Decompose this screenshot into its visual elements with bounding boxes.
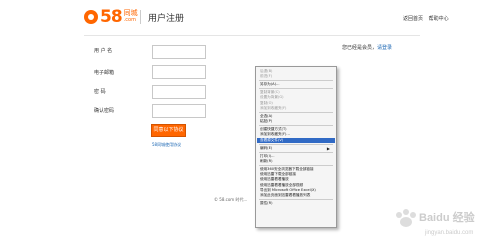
menu-item[interactable]: 复制(O) — [260, 101, 332, 106]
header-divider — [140, 10, 141, 24]
confirm-password-label: 确认密码 — [94, 108, 115, 114]
menu-item[interactable]: 复制背景(C) — [260, 90, 332, 95]
home-link[interactable]: 返回首页 — [403, 16, 423, 22]
confirm-password-input[interactable] — [152, 104, 206, 118]
email-input[interactable] — [152, 65, 206, 79]
menu-item[interactable]: 使用360安全浏览器下载全部链接 — [260, 167, 332, 172]
menu-item[interactable]: 粘贴(P) — [260, 119, 332, 124]
watermark-brand: Baidu 经验 — [419, 210, 476, 224]
menu-item[interactable]: 打印(I)... — [260, 154, 332, 159]
baidu-jingyan-watermark: Baidu 经验 jingyan.baidu.com — [396, 209, 476, 236]
menu-item[interactable]: 另存为(A)... — [260, 82, 332, 87]
logo-en: .com — [123, 17, 136, 23]
login-text: 您已经是会员， — [342, 45, 378, 51]
page-title: 用户注册 — [148, 14, 185, 24]
password-label: 密 码 — [94, 89, 106, 95]
menu-item[interactable]: 属性(R) — [260, 201, 332, 206]
menu-item[interactable]: 添加到收藏夹(F) — [260, 106, 332, 111]
password-input[interactable] — [152, 85, 206, 99]
logo-cn: 同城 — [123, 9, 138, 17]
username-input[interactable] — [152, 45, 206, 59]
menu-item[interactable]: 查看源文件(V) — [257, 137, 335, 143]
context-menu: 后退(B) 前进(F) 另存为(A)... 复制背景(C) 设置为背景(G) 复制(O) 添… — [255, 66, 337, 228]
login-note: 您已经是会员，请登录 — [342, 44, 392, 51]
register-button[interactable]: 同意以下协议并注册 — [151, 124, 186, 144]
top-links: 返回首页 帮助中心 — [403, 15, 453, 22]
email-label: 电子邮箱 — [94, 70, 115, 76]
menu-item[interactable]: 创建快捷方式(T) — [260, 127, 332, 132]
help-link[interactable]: 帮助中心 — [429, 16, 449, 22]
paw-pad-2 — [403, 209, 409, 215]
menu-item[interactable]: 前进(F) — [260, 74, 332, 79]
footer-text: © 58.com 时代... — [214, 197, 248, 202]
menu-item[interactable]: 使用迅雷看看播放全部视频 — [260, 183, 332, 188]
menu-item[interactable]: 添加此页面到迅雷看看播放列表 — [260, 193, 332, 198]
menu-item[interactable]: 设置为背景(G) — [260, 95, 332, 100]
menu-item[interactable]: 全选(A) — [260, 114, 332, 119]
username-label: 用 户 名 — [94, 48, 113, 54]
logo-number: 58 — [100, 7, 123, 27]
watermark-url: jingyan.baidu.com — [424, 230, 473, 236]
login-link[interactable]: 请登录 — [377, 45, 392, 51]
menu-item[interactable]: 使用迅雷下载全部链接 — [260, 172, 332, 177]
menu-item[interactable]: 编码(E) ▶ — [260, 146, 332, 151]
logo-icon — [84, 10, 98, 24]
agreement-link[interactable]: 58同城使用协议 — [152, 142, 181, 148]
paw-palm — [400, 217, 412, 227]
header-rule — [84, 35, 420, 36]
menu-item[interactable]: 后退(B) — [260, 69, 332, 74]
site-logo[interactable]: 58 同城 .com — [84, 6, 138, 28]
paw-pad-1 — [396, 212, 402, 218]
menu-item[interactable]: 刷新(R) — [260, 159, 332, 164]
menu-item[interactable]: 添加到收藏夹(F)... — [260, 132, 332, 137]
menu-item[interactable]: 导出到 Microsoft Office Excel(X) — [260, 188, 332, 193]
menu-item[interactable]: 使用迅雷看看播放 — [260, 177, 332, 182]
submenu-arrow-icon: ▶ — [326, 145, 330, 151]
paw-pad-3 — [410, 212, 416, 218]
